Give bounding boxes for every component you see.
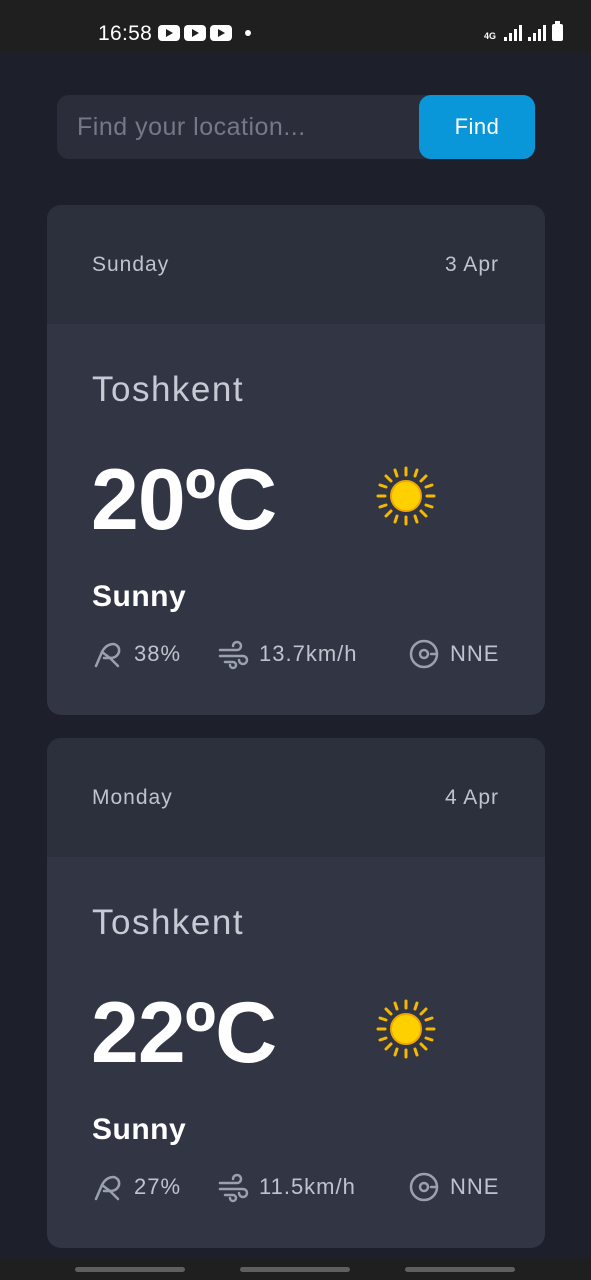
location-search-input[interactable] [57, 95, 419, 159]
wind-speed-value: 13.7km/h [259, 641, 358, 666]
compass-icon [409, 639, 439, 669]
city-name: Toshkent [92, 903, 245, 942]
weather-condition: Sunny [92, 580, 187, 613]
city-name: Toshkent [92, 370, 245, 409]
humidity-value: 38% [134, 641, 182, 666]
forecast-card-header: Sunday 3 Apr [47, 205, 545, 324]
temperature-unit: C [215, 452, 277, 548]
forecast-card: Monday 4 Apr Toshkent 22ºC Sunny 27% 11.… [47, 738, 545, 1248]
wind-icon [218, 640, 249, 670]
humidity-icon [94, 642, 121, 668]
more-notifications-dot-icon [245, 30, 251, 36]
forecast-date: 3 Apr [444, 253, 499, 276]
degree-symbol: º [184, 985, 216, 1081]
humidity-stat: 27% [92, 1171, 181, 1203]
temperature: 20ºC [91, 457, 277, 543]
battery-icon [552, 21, 563, 41]
wind-direction-stat: NNE [408, 638, 499, 670]
home-button[interactable] [240, 1267, 350, 1272]
humidity-stat: 38% [92, 638, 181, 670]
signal-icon [528, 25, 546, 41]
find-button[interactable]: Find [419, 95, 535, 159]
youtube-icon [210, 25, 232, 41]
sun-icon [376, 466, 436, 526]
status-time: 16:58 [98, 22, 153, 45]
youtube-icon [158, 25, 180, 41]
status-bar: 16:58 4G [0, 0, 591, 52]
forecast-day: Sunday [92, 253, 170, 276]
network-type-label: 4G [484, 31, 497, 41]
compass-icon [409, 1172, 439, 1202]
temperature: 22ºC [91, 990, 277, 1076]
back-button[interactable] [405, 1267, 515, 1272]
wind-speed-stat: 13.7km/h [217, 638, 358, 670]
temperature-unit: C [215, 985, 277, 1081]
temperature-value: 22 [91, 985, 186, 1081]
youtube-icon [184, 25, 206, 41]
degree-symbol: º [184, 452, 216, 548]
recent-apps-button[interactable] [75, 1267, 185, 1272]
forecast-day: Monday [92, 786, 173, 809]
wind-direction-value: NNE [450, 1174, 500, 1199]
wind-speed-stat: 11.5km/h [217, 1171, 356, 1203]
system-navigation-bar [0, 1259, 591, 1280]
wind-direction-stat: NNE [408, 1171, 499, 1203]
status-indicators: 4G [484, 21, 563, 41]
humidity-icon [94, 1175, 121, 1201]
forecast-card-header: Monday 4 Apr [47, 738, 545, 857]
wind-speed-value: 11.5km/h [259, 1174, 356, 1199]
forecast-date: 4 Apr [444, 786, 499, 809]
search-bar: Find [57, 95, 535, 159]
sun-icon [376, 999, 436, 1059]
temperature-value: 20 [91, 452, 186, 548]
humidity-value: 27% [134, 1174, 182, 1199]
wind-icon [218, 1173, 249, 1203]
notification-icons [158, 25, 232, 41]
wind-direction-value: NNE [450, 641, 500, 666]
signal-icon [504, 25, 522, 41]
weather-condition: Sunny [92, 1113, 187, 1146]
forecast-card: Sunday 3 Apr Toshkent 20ºC Sunny 38% 13.… [47, 205, 545, 715]
